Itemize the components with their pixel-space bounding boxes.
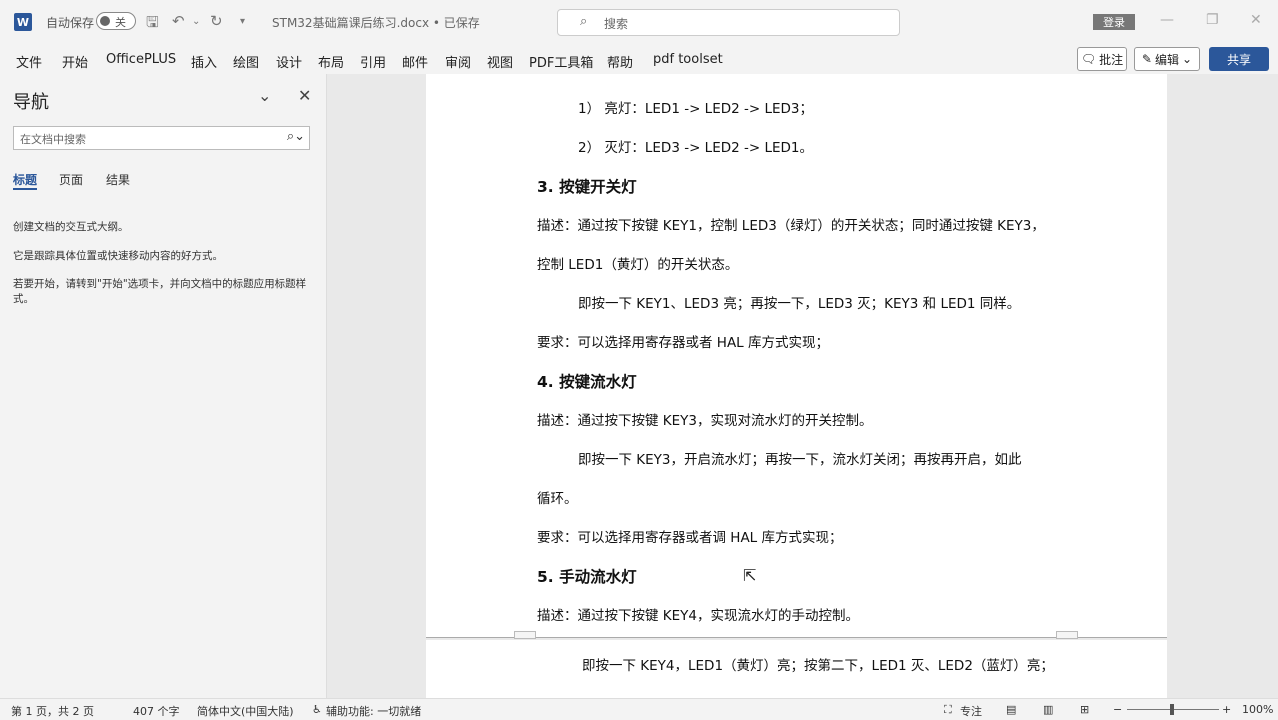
document-page-2[interactable]: 即按一下 KEY4，LED1（黄灯）亮；按第二下，LED1 灭、LED2（蓝灯）…: [426, 640, 1167, 698]
autosave-label: 自动保存: [46, 16, 95, 30]
toggle-knob: [100, 16, 110, 26]
zoom-slider-thumb[interactable]: [1170, 704, 1174, 715]
menu-home[interactable]: 开始: [62, 52, 88, 71]
doc-heading-4: 4. 按键流水灯: [537, 373, 637, 391]
menu-help[interactable]: 帮助: [607, 52, 633, 71]
document-name[interactable]: STM32基础篇课后练习.docx • 已保存: [272, 14, 480, 31]
share-button[interactable]: 共享: [1209, 47, 1269, 71]
nav-hint-2: 它是跟踪具体位置或快速移动内容的好方式。: [13, 250, 223, 262]
menu-pdf-toolset[interactable]: pdf toolset: [653, 52, 723, 67]
chevron-down-icon: ⌄: [1182, 52, 1193, 66]
read-mode-icon[interactable]: ▤: [1006, 703, 1016, 716]
nav-search-icon[interactable]: ⌕⌄: [287, 129, 305, 144]
search-icon: ⌕: [580, 14, 588, 29]
comment-icon: 🗨: [1080, 52, 1097, 66]
menu-pdf-toolbox[interactable]: PDF工具箱: [529, 52, 593, 71]
doc-line-light-on: 1） 亮灯：LED1 -> LED2 -> LED3；: [578, 101, 814, 117]
nav-hint-1: 创建文档的交互式大纲。: [13, 221, 129, 233]
close-window-icon[interactable]: ✕: [1250, 12, 1262, 28]
print-layout-icon[interactable]: ▥: [1043, 703, 1053, 716]
nav-title: 导航: [13, 92, 49, 113]
web-layout-icon[interactable]: ⊞: [1080, 703, 1089, 716]
doc-para-4-desc: 描述：通过按下按键 KEY3，实现对流水灯的开关控制。: [537, 413, 873, 429]
pencil-icon: ✎: [1141, 52, 1152, 66]
editing-button[interactable]: ✎ 编辑 ⌄: [1134, 47, 1200, 71]
page-corner-mark-right: [1056, 631, 1078, 639]
doc-para-4-example-cont: 循环。: [537, 491, 578, 507]
undo-dropdown-icon[interactable]: ⌄: [192, 16, 200, 27]
menu-file[interactable]: 文件: [16, 52, 42, 71]
page-count[interactable]: 第 1 页，共 2 页: [11, 703, 94, 719]
comment-label: 批注: [1099, 52, 1124, 67]
doc-heading-5: 5. 手动流水灯: [537, 568, 637, 586]
autosave-toggle[interactable]: 关: [96, 12, 136, 30]
language-indicator[interactable]: 简体中文(中国大陆): [197, 703, 294, 719]
restore-icon[interactable]: ❐: [1206, 12, 1219, 28]
redo-icon[interactable]: ↻: [210, 12, 223, 30]
focus-label[interactable]: 专注: [960, 703, 982, 719]
word-logo-icon: W: [14, 13, 32, 31]
title-bar: W 自动保存 关 🖫 ↶ ⌄ ↻ ▾ STM32基础篇课后练习.docx • 已…: [0, 0, 1278, 44]
doc-para-5-desc: 描述：通过按下按键 KEY4，实现流水灯的手动控制。: [537, 608, 860, 624]
status-bar: 第 1 页，共 2 页 407 个字 简体中文(中国大陆) ♿ 辅助功能: 一切…: [0, 698, 1278, 720]
nav-search-placeholder: 在文档中搜索: [20, 133, 86, 146]
editing-label: 编辑: [1154, 52, 1179, 67]
accessibility-status[interactable]: 辅助功能: 一切就绪: [326, 703, 421, 719]
nav-tab-pages[interactable]: 页面: [59, 171, 83, 188]
nav-tab-headings[interactable]: 标题: [13, 171, 37, 188]
customize-toolbar-icon[interactable]: ▾: [240, 16, 245, 27]
focus-icon[interactable]: ⛶: [944, 703, 952, 717]
undo-icon[interactable]: ↶: [172, 12, 185, 30]
doc-para-4-req: 要求：可以选择用寄存器或者调 HAL 库方式实现；: [537, 530, 843, 546]
navigation-pane: 导航 ⌄ ✕ 在文档中搜索 ⌕⌄ 标题 页面 结果 创建文档的交互式大纲。 它是…: [0, 74, 327, 698]
nav-search-input[interactable]: 在文档中搜索 ⌕⌄: [13, 126, 310, 150]
nav-tab-results[interactable]: 结果: [106, 171, 130, 188]
document-page-1[interactable]: 1） 亮灯：LED1 -> LED2 -> LED3； 2） 灭灯：LED3 -…: [426, 74, 1167, 638]
login-button[interactable]: 登录: [1093, 14, 1135, 30]
menu-layout[interactable]: 布局: [318, 52, 344, 71]
doc-para-3-req: 要求：可以选择用寄存器或者 HAL 库方式实现；: [537, 335, 829, 351]
nav-options-chevron-icon[interactable]: ⌄: [258, 86, 271, 105]
doc-para-3-desc-cont: 控制 LED1（黄灯）的开关状态。: [537, 257, 739, 273]
nav-hint-3: 若要开始，请转到"开始"选项卡，并向文档中的标题应用标题样式。: [13, 278, 307, 305]
doc-line-light-off: 2） 灭灯：LED3 -> LED2 -> LED1。: [578, 140, 814, 156]
doc-para-3-example: 即按一下 KEY1、LED3 亮；再按一下，LED3 灭；KEY3 和 LED1…: [578, 296, 1021, 312]
save-icon[interactable]: 🖫: [146, 12, 159, 37]
menu-insert[interactable]: 插入: [191, 52, 217, 71]
doc-para-4-example: 即按一下 KEY3，开启流水灯；再按一下，流水灯关闭；再按再开启，如此: [578, 452, 1022, 468]
doc-para-3-desc: 描述：通过按下按键 KEY1，控制 LED3（绿灯）的开关状态；同时通过按键 K…: [537, 218, 1045, 234]
comment-button[interactable]: 🗨 批注: [1077, 47, 1127, 71]
doc-para-5-example: 即按一下 KEY4，LED1（黄灯）亮；按第二下，LED1 灭、LED2（蓝灯）…: [582, 658, 1054, 674]
zoom-out-icon[interactable]: −: [1113, 703, 1122, 716]
menu-view[interactable]: 视图: [487, 52, 513, 71]
word-count[interactable]: 407 个字: [133, 703, 180, 719]
document-canvas: 1） 亮灯：LED1 -> LED2 -> LED3； 2） 灭灯：LED3 -…: [328, 74, 1278, 698]
toggle-state-label: 关: [115, 16, 126, 29]
minimize-icon[interactable]: —: [1160, 12, 1174, 28]
menu-mailings[interactable]: 邮件: [402, 52, 428, 71]
doc-heading-3: 3. 按键开关灯: [537, 178, 637, 196]
search-bar[interactable]: ⌕ 搜索: [557, 9, 900, 36]
accessibility-icon: ♿: [312, 703, 322, 716]
menu-draw[interactable]: 绘图: [233, 52, 259, 71]
menu-officeplus[interactable]: OfficePLUS: [106, 52, 176, 67]
menu-references[interactable]: 引用: [360, 52, 386, 71]
zoom-level[interactable]: 100%: [1242, 703, 1273, 716]
mouse-cursor-icon: ⇱: [743, 566, 757, 585]
nav-tab-underline: [13, 188, 37, 190]
menu-review[interactable]: 审阅: [445, 52, 471, 71]
menu-design[interactable]: 设计: [276, 52, 302, 71]
share-label: 共享: [1226, 52, 1251, 67]
page-corner-mark-left: [514, 631, 536, 639]
nav-close-icon[interactable]: ✕: [298, 86, 311, 105]
zoom-in-icon[interactable]: +: [1222, 703, 1231, 716]
search-placeholder: 搜索: [604, 17, 629, 31]
